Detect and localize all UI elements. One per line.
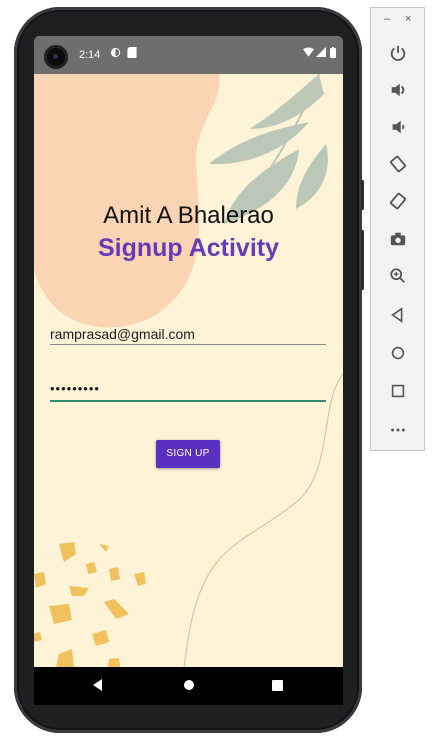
background-decoration: [34, 74, 343, 667]
device-screen: 2:14 Amit A Bhalerao Signup Activity ram…: [34, 36, 343, 667]
home-icon[interactable]: [180, 677, 198, 695]
email-value: ramprasad@gmail.com: [50, 326, 195, 342]
terrazzo-dots: [34, 542, 146, 667]
signal-icon: [316, 47, 326, 60]
activity-title: Signup Activity: [97, 234, 280, 262]
camera-icon[interactable]: [386, 227, 410, 251]
curve-line: [183, 373, 343, 667]
stage: 2:14 Amit A Bhalerao Signup Activity ram…: [0, 0, 437, 743]
email-field[interactable]: ramprasad@gmail.com: [50, 322, 326, 345]
front-camera: [44, 45, 68, 69]
close-button[interactable]: ×: [405, 13, 411, 25]
peach-blob: [34, 74, 220, 328]
name-title: Amit A Bhalerao: [103, 202, 274, 229]
password-field[interactable]: •••••••••: [50, 378, 326, 402]
overview-icon[interactable]: [386, 379, 410, 403]
home-nav-icon[interactable]: [386, 341, 410, 365]
status-bar: 2:14: [34, 36, 343, 74]
back-nav-icon[interactable]: [386, 303, 410, 327]
signup-button[interactable]: SIGN UP: [156, 440, 220, 468]
sd-card-icon: [127, 47, 137, 61]
password-value: •••••••••: [50, 381, 100, 396]
navigation-bar: [34, 667, 343, 705]
recents-icon[interactable]: [268, 677, 286, 695]
battery-icon: [330, 47, 336, 61]
zoom-icon[interactable]: [386, 264, 410, 288]
rotate-left-icon[interactable]: [386, 152, 410, 176]
status-time: 2:14: [79, 49, 101, 61]
volume-up-icon[interactable]: [386, 78, 410, 102]
phone-volume-button: [361, 230, 364, 290]
volume-down-icon[interactable]: [386, 115, 410, 139]
back-icon[interactable]: [89, 677, 107, 695]
rotate-right-icon[interactable]: [386, 189, 410, 213]
wifi-icon: [303, 47, 314, 60]
data-saver-icon: [110, 47, 121, 61]
emulator-toolbar: – ×: [370, 7, 425, 451]
power-icon[interactable]: [386, 41, 410, 65]
phone-side-button: [361, 180, 364, 210]
more-icon[interactable]: [386, 418, 410, 442]
signup-activity-view: Amit A Bhalerao Signup Activity ramprasa…: [34, 74, 343, 667]
minimize-button[interactable]: –: [384, 13, 390, 25]
